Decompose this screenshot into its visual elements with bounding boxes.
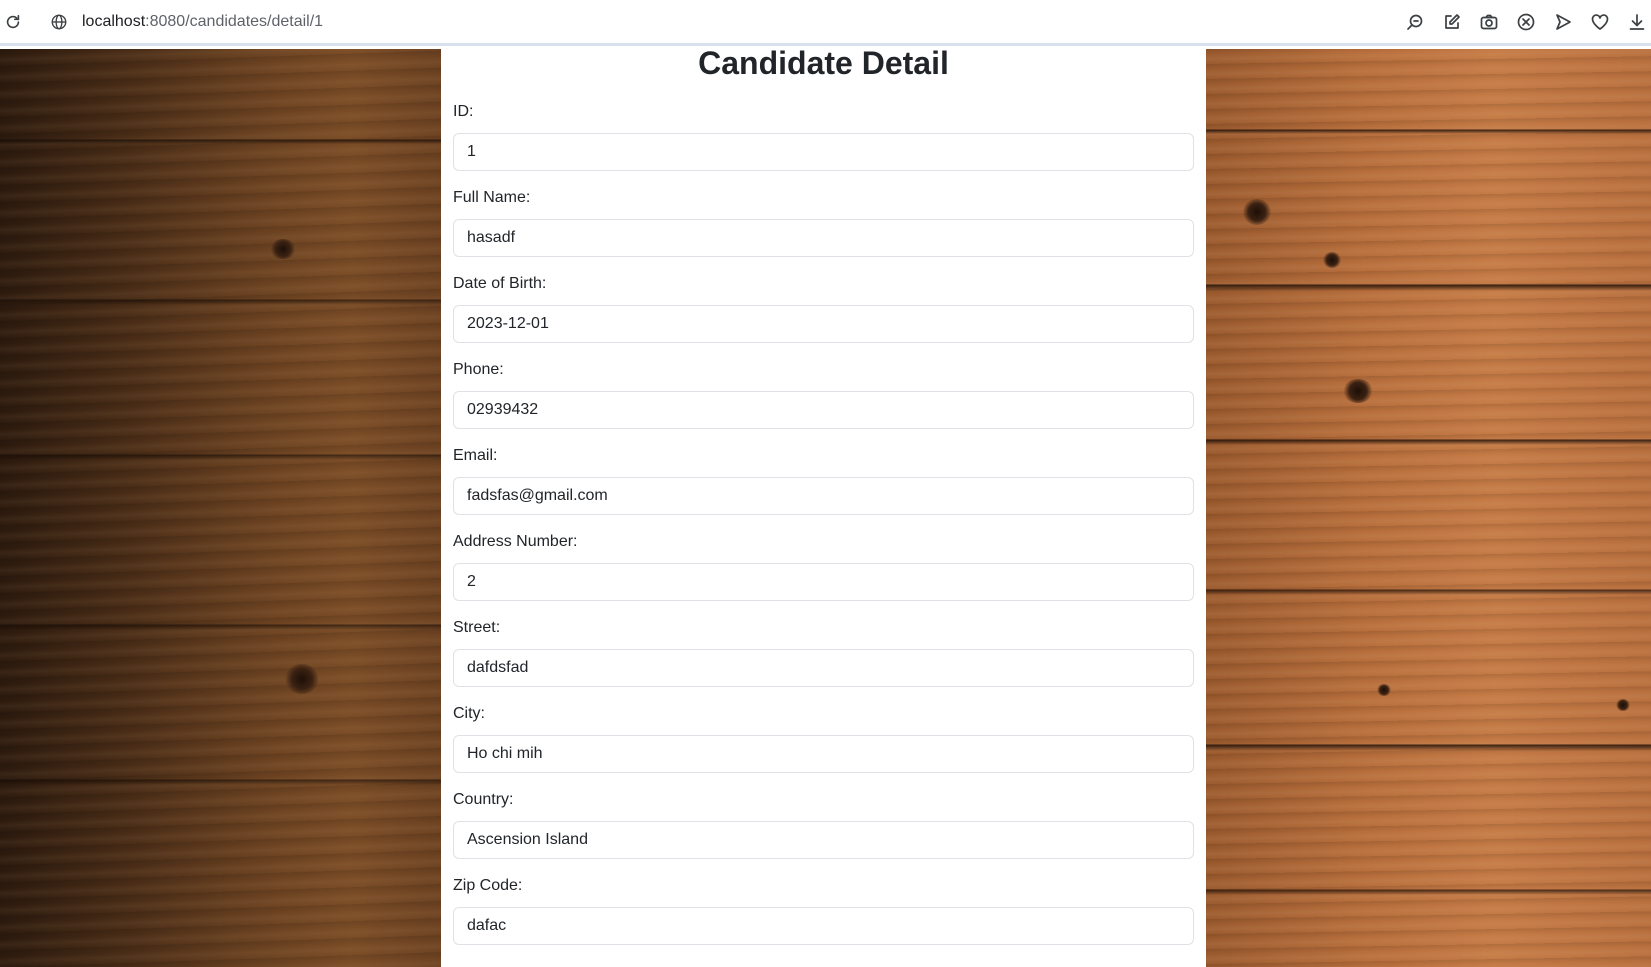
city-label: City: xyxy=(453,705,485,722)
address-bar[interactable]: localhost:8080/candidates/detail/1 xyxy=(82,12,323,32)
phone-label: Phone: xyxy=(453,361,504,378)
zip-code-field-group: Zip Code: xyxy=(453,876,1194,945)
id-field[interactable] xyxy=(453,133,1194,171)
email-label: Email: xyxy=(453,447,498,464)
browser-toolbar: localhost:8080/candidates/detail/1 xyxy=(0,0,1651,46)
wood-knot xyxy=(1243,199,1271,225)
url-path: :8080/candidates/detail/1 xyxy=(145,13,324,30)
wood-background-left xyxy=(0,49,441,967)
zip-code-field[interactable] xyxy=(453,907,1194,945)
street-field-group: Street: xyxy=(453,618,1194,687)
date-of-birth-label: Date of Birth: xyxy=(453,275,547,292)
wood-knot xyxy=(1343,379,1373,403)
city-field[interactable] xyxy=(453,735,1194,773)
candidate-detail-panel: Candidate Detail ID: Full Name: Date of … xyxy=(441,45,1206,967)
country-label: Country: xyxy=(453,791,514,808)
wood-knot xyxy=(1377,684,1391,696)
wood-knot xyxy=(1616,699,1630,711)
page-title: Candidate Detail xyxy=(698,45,949,81)
country-field-group: Country: xyxy=(453,790,1194,859)
id-field-group: ID: xyxy=(453,102,1194,171)
camera-icon[interactable] xyxy=(1477,10,1501,34)
phone-field-group: Phone: xyxy=(453,360,1194,429)
email-field-group: Email: xyxy=(453,446,1194,515)
street-label: Street: xyxy=(453,619,501,636)
country-field[interactable] xyxy=(453,821,1194,859)
phone-field[interactable] xyxy=(453,391,1194,429)
address-number-field-group: Address Number: xyxy=(453,532,1194,601)
wood-knot xyxy=(270,239,296,259)
wood-knot xyxy=(285,664,319,694)
email-field[interactable] xyxy=(453,477,1194,515)
date-of-birth-field-group: Date of Birth: xyxy=(453,274,1194,343)
wood-knot xyxy=(1323,252,1341,268)
zoom-icon[interactable] xyxy=(1403,10,1427,34)
address-number-field[interactable] xyxy=(453,563,1194,601)
close-circle-icon[interactable] xyxy=(1514,10,1538,34)
full-name-field-group: Full Name: xyxy=(453,188,1194,257)
globe-icon xyxy=(49,12,69,32)
city-field-group: City: xyxy=(453,704,1194,773)
url-host: localhost xyxy=(82,13,146,30)
send-icon[interactable] xyxy=(1551,10,1575,34)
address-number-label: Address Number: xyxy=(453,533,578,550)
full-name-label: Full Name: xyxy=(453,189,531,206)
wood-background-right xyxy=(1206,49,1651,967)
id-label: ID: xyxy=(453,103,474,120)
edit-icon[interactable] xyxy=(1440,10,1464,34)
download-icon[interactable] xyxy=(1625,10,1649,34)
reload-icon[interactable] xyxy=(3,12,23,32)
date-of-birth-field[interactable] xyxy=(453,305,1194,343)
zip-code-label: Zip Code: xyxy=(453,877,523,894)
full-name-field[interactable] xyxy=(453,219,1194,257)
heart-icon[interactable] xyxy=(1588,10,1612,34)
street-field[interactable] xyxy=(453,649,1194,687)
